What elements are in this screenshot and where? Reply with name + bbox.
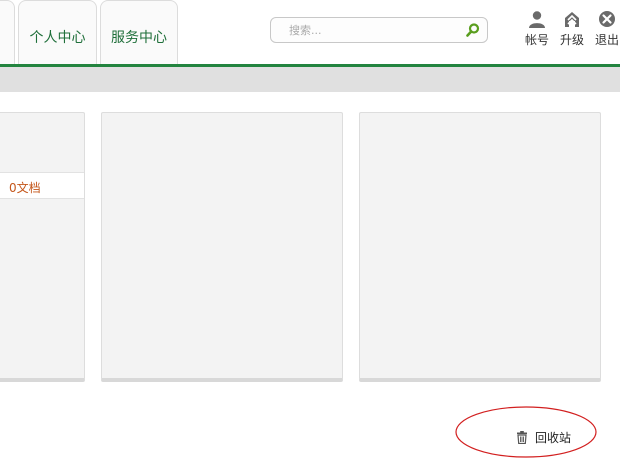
upgrade-icon xyxy=(555,10,589,28)
user-icon xyxy=(520,10,554,28)
tab-personal-center[interactable]: 个人中心 xyxy=(18,0,97,64)
document-panel-3[interactable] xyxy=(359,112,601,382)
tab-service-center[interactable]: 服务中心 xyxy=(100,0,178,64)
panel-doc-row: 0文档 xyxy=(0,172,84,199)
doc-count[interactable]: 0文档 xyxy=(9,179,41,196)
logout-label: 退出 xyxy=(594,33,619,47)
logout-button[interactable]: 退出 xyxy=(590,8,620,48)
search-input[interactable] xyxy=(289,22,459,38)
document-panel-2[interactable] xyxy=(101,112,343,382)
top-header: 个人中心 服务中心 帐号 升级 xyxy=(0,0,620,66)
upgrade-label: 升级 xyxy=(559,33,584,47)
search-icon[interactable] xyxy=(465,22,481,38)
search-box xyxy=(270,17,488,43)
account-label: 帐号 xyxy=(524,33,549,47)
toolbar-band xyxy=(0,67,620,92)
upgrade-button[interactable]: 升级 xyxy=(555,8,589,48)
close-circle-icon xyxy=(590,10,620,28)
document-panel-1[interactable]: 0文档 xyxy=(0,112,85,382)
recycle-bin-label: 回收站 xyxy=(535,431,572,445)
tab-previous[interactable] xyxy=(0,0,15,64)
trash-icon xyxy=(517,431,527,444)
account-button[interactable]: 帐号 xyxy=(520,8,554,48)
